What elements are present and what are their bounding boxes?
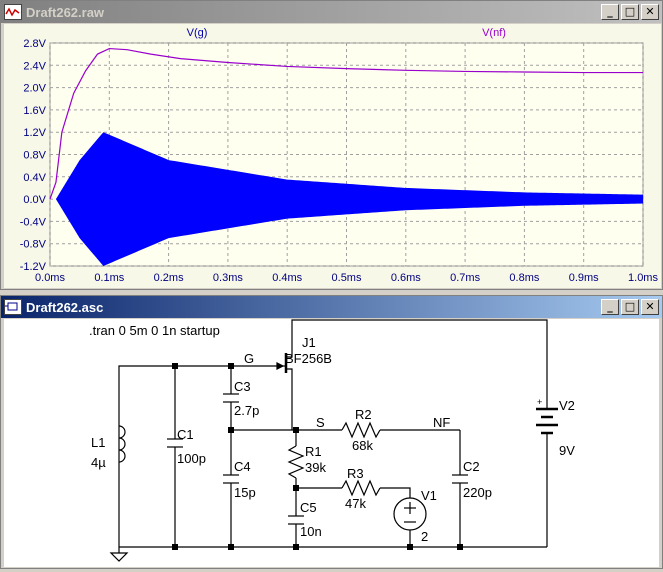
x-tick-label: 0.8ms [509, 272, 539, 284]
y-tick-label: 1.2V [23, 127, 46, 139]
close-button[interactable]: ✕ [641, 299, 659, 315]
y-tick-label: 2.0V [23, 83, 46, 95]
schematic-window: Draft262.asc _ □ ✕ .tran 0 5m 0 1n start… [0, 295, 663, 569]
x-tick-label: 0.1ms [94, 272, 124, 284]
ground-symbol [109, 552, 129, 562]
x-tick-label: 0.6ms [391, 272, 421, 284]
v2-value: 9V [559, 443, 575, 458]
x-tick-label: 0.0ms [35, 272, 65, 284]
c5-value: 10n [300, 524, 322, 539]
c2-ref: C2 [463, 459, 480, 474]
y-tick-label: 0.0V [23, 194, 46, 206]
waveform-app-icon [4, 4, 22, 20]
r1-value: 39k [305, 460, 326, 475]
y-tick-label: -0.4V [20, 216, 47, 228]
x-tick-label: 1.0ms [628, 272, 658, 284]
y-tick-label: 2.8V [23, 38, 46, 50]
v1-ref: V1 [421, 488, 437, 503]
y-tick-label: -0.8V [20, 239, 47, 251]
legend-vnf[interactable]: V(nf) [482, 27, 506, 39]
c5-ref: C5 [300, 500, 317, 515]
j1-ref: J1 [302, 335, 316, 350]
net-label-g: G [244, 351, 254, 366]
j1-value: BF256B [285, 351, 332, 366]
schematic-pane[interactable]: .tran 0 5m 0 1n startup J1 BF256B G L1 4… [4, 319, 659, 567]
x-tick-label: 0.3ms [213, 272, 243, 284]
x-tick-label: 0.9ms [569, 272, 599, 284]
y-tick-label: 0.4V [23, 172, 46, 184]
schematic-app-icon [4, 299, 22, 315]
legend-vg[interactable]: V(g) [187, 27, 208, 39]
resistor-r2[interactable] [341, 421, 381, 439]
r3-value: 47k [345, 496, 366, 511]
schematic-window-title: Draft262.asc [26, 299, 104, 315]
maximize-button[interactable]: □ [621, 4, 639, 20]
maximize-button[interactable]: □ [621, 299, 639, 315]
resistor-r3[interactable] [341, 479, 381, 497]
r3-ref: R3 [347, 466, 364, 481]
y-tick-label: 2.4V [23, 60, 46, 72]
x-tick-label: 0.7ms [450, 272, 480, 284]
l1-value: 4µ [91, 455, 106, 470]
c2-value: 220p [463, 485, 492, 500]
minimize-button[interactable]: _ [601, 4, 619, 20]
v1-value: 2 [421, 529, 428, 544]
c3-value: 2.7p [234, 403, 259, 418]
resistor-r1[interactable] [287, 445, 305, 479]
plot-pane[interactable]: 2.8V 2.4V 2.0V 1.6V 1.2V 0.8V 0.4V 0.0V -0.4V -0.… [4, 24, 661, 288]
waveform-chart[interactable]: 2.8V 2.4V 2.0V 1.6V 1.2V 0.8V 0.4V 0.0V -0.4V -0.… [4, 24, 661, 288]
x-tick-label: 0.4ms [272, 272, 302, 284]
y-tick-label: 1.6V [23, 105, 46, 117]
c1-value: 100p [177, 451, 206, 466]
c1-ref: C1 [177, 427, 194, 442]
battery-v2[interactable] [536, 407, 558, 435]
v2-ref: V2 [559, 398, 575, 413]
r2-ref: R2 [355, 407, 372, 422]
v2-plus: + [537, 397, 542, 407]
spice-directive[interactable]: .tran 0 5m 0 1n startup [89, 323, 220, 338]
net-label-s: S [316, 415, 325, 430]
c4-value: 15p [234, 485, 256, 500]
plot-window: Draft262.raw _ □ ✕ 2.8V 2.4V 2.0V 1.6V 1.2V 0… [0, 0, 663, 290]
minimize-button[interactable]: _ [601, 299, 619, 315]
schematic-window-titlebar[interactable]: Draft262.asc _ □ ✕ [1, 296, 662, 318]
plot-window-title: Draft262.raw [26, 4, 105, 20]
l1-ref: L1 [91, 435, 105, 450]
inductor-l1[interactable] [118, 425, 126, 463]
schematic-canvas[interactable]: .tran 0 5m 0 1n startup J1 BF256B G L1 4… [4, 319, 661, 567]
c4-ref: C4 [234, 459, 251, 474]
x-tick-label: 0.2ms [154, 272, 184, 284]
x-tick-label: 0.5ms [332, 272, 362, 284]
plot-window-titlebar[interactable]: Draft262.raw _ □ ✕ [1, 1, 662, 23]
net-label-nf: NF [433, 415, 450, 430]
r2-value: 68k [352, 438, 373, 453]
c3-ref: C3 [234, 379, 251, 394]
close-button[interactable]: ✕ [641, 4, 659, 20]
r1-ref: R1 [305, 444, 322, 459]
y-tick-label: 0.8V [23, 150, 46, 162]
